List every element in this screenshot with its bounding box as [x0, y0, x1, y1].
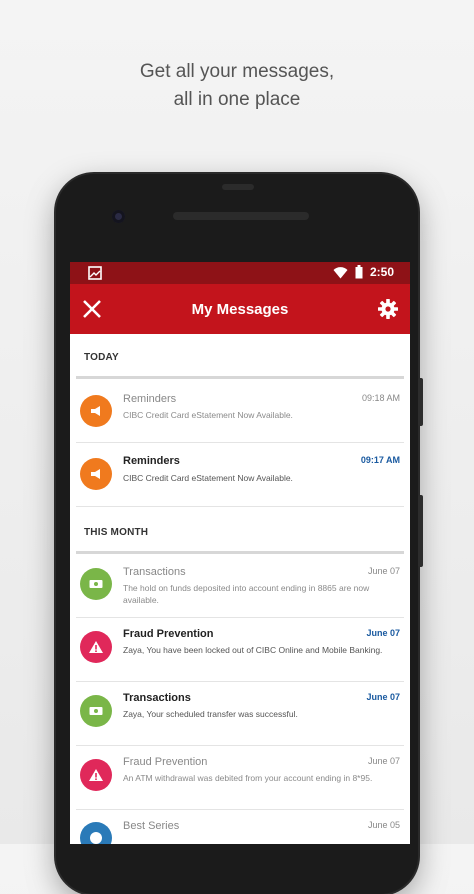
message-avatar — [80, 631, 112, 663]
message-avatar — [80, 458, 112, 490]
message-category: Reminders — [123, 455, 180, 467]
wifi-icon — [333, 266, 348, 278]
promo-line-2: all in one place — [173, 89, 301, 110]
section-header-today: TODAY — [84, 352, 119, 363]
warning-icon — [89, 769, 103, 781]
message-preview: An ATM withdrawal was debited from your … — [123, 773, 373, 783]
battery-icon — [355, 265, 363, 279]
megaphone-icon — [91, 469, 100, 479]
message-category: Transactions — [123, 566, 186, 578]
info-icon — [90, 832, 102, 844]
message-avatar — [80, 568, 112, 600]
message-avatar — [80, 822, 112, 844]
message-category: Transactions — [123, 692, 191, 704]
message-category: Fraud Prevention — [123, 756, 208, 768]
message-item[interactable]: Transactions June 07 The hold on funds d… — [76, 554, 404, 618]
message-item[interactable]: Reminders 09:18 AM CIBC Credit Card eSta… — [76, 379, 404, 443]
status-bar: 2:50 — [70, 262, 410, 284]
message-category: Fraud Prevention — [123, 628, 214, 640]
warning-icon — [89, 641, 103, 653]
status-time: 2:50 — [369, 265, 394, 279]
message-time: 09:18 AM — [361, 393, 400, 403]
money-icon — [89, 580, 103, 588]
message-preview: Zaya, Your scheduled transfer was succes… — [123, 709, 298, 719]
close-icon[interactable] — [80, 297, 104, 321]
app-screen: 2:50 My Messages TODAY Reminders 09:18 A… — [70, 262, 410, 844]
message-time: June 07 — [367, 566, 400, 576]
message-avatar — [80, 395, 112, 427]
money-icon — [89, 707, 103, 715]
message-preview: Zaya, You have been locked out of CIBC O… — [123, 645, 383, 655]
page-title: My Messages — [191, 300, 289, 318]
promo-headline: Get all your messages, all in one place — [0, 58, 474, 114]
message-avatar — [80, 695, 112, 727]
gear-icon[interactable] — [376, 297, 400, 321]
message-item[interactable]: Fraud Prevention June 07 Zaya, You have … — [76, 618, 404, 682]
message-time: June 07 — [366, 692, 400, 702]
status-right-group: 2:50 — [333, 265, 394, 279]
phone-volume-button — [418, 378, 423, 426]
message-preview: The hold on funds deposited into account… — [123, 583, 370, 605]
phone-top-sensor — [222, 184, 254, 190]
phone-speaker — [173, 212, 309, 220]
message-time: June 07 — [367, 756, 400, 766]
promo-line-1: Get all your messages, — [139, 61, 335, 82]
section-header-this-month: THIS MONTH — [84, 527, 149, 538]
message-item[interactable]: Reminders 09:17 AM CIBC Credit Card eSta… — [76, 443, 404, 507]
message-time: June 07 — [366, 628, 400, 638]
message-avatar — [80, 759, 112, 791]
message-item[interactable]: Fraud Prevention June 07 An ATM withdraw… — [76, 746, 404, 810]
message-preview: CIBC Credit Card eStatement Now Availabl… — [123, 473, 293, 483]
phone-power-button — [418, 495, 423, 567]
message-time: 09:17 AM — [360, 455, 400, 465]
front-camera — [112, 210, 125, 223]
message-item[interactable]: Best Series June 05 — [76, 810, 404, 844]
app-bar: My Messages — [70, 284, 410, 334]
message-preview: CIBC Credit Card eStatement Now Availabl… — [123, 410, 293, 420]
message-item[interactable]: Transactions June 07 Zaya, Your schedule… — [76, 682, 404, 746]
image-icon — [88, 266, 102, 280]
message-time: June 05 — [367, 820, 400, 830]
message-category: Reminders — [123, 393, 177, 405]
megaphone-icon — [91, 406, 100, 416]
message-category: Best Series — [123, 820, 180, 832]
